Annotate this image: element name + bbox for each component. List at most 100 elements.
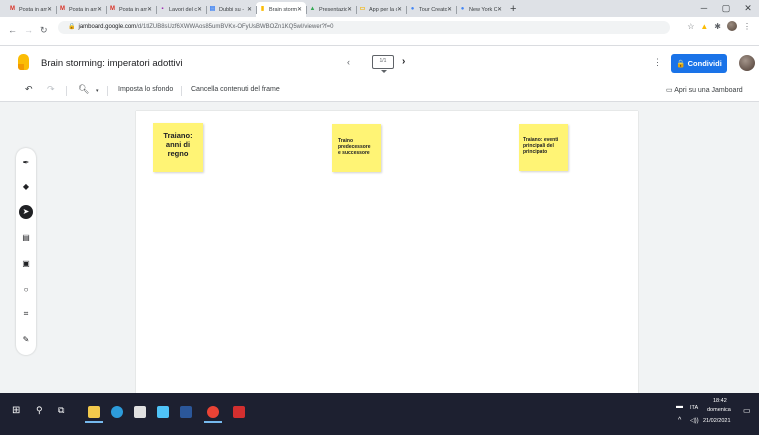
close-tab-icon[interactable]: ✕ bbox=[497, 6, 502, 13]
browser-tab[interactable]: M Posta in arri ✕ bbox=[56, 2, 106, 17]
browser-tab[interactable]: M Posta in arri ✕ bbox=[106, 2, 156, 17]
undo-icon[interactable]: ↶ bbox=[25, 84, 33, 95]
jamboard-icon: ▮ bbox=[260, 6, 265, 12]
close-tab-icon[interactable]: ✕ bbox=[47, 6, 52, 13]
minimize-icon[interactable]: ─ bbox=[693, 0, 715, 17]
browser-tab-title: Posta in arri bbox=[69, 6, 97, 13]
language-indicator[interactable]: ITA bbox=[690, 405, 698, 411]
star-icon[interactable]: ☆ bbox=[687, 22, 694, 31]
more-options-icon[interactable]: ⋮ bbox=[653, 57, 662, 68]
word-icon[interactable] bbox=[180, 406, 192, 418]
browser-tab[interactable]: ▤ Dubbi su - ✕ bbox=[206, 2, 256, 17]
browser-tab-title: Tour Creator bbox=[419, 6, 447, 13]
windows-taskbar: ⊞ ⚲ ⧉ ▬ ^ ◁)) ITA 18:42 domenica 21/02/2… bbox=[0, 393, 759, 435]
browser-tab-title: Dubbi su - bbox=[219, 6, 245, 13]
mail-icon[interactable] bbox=[157, 406, 169, 418]
clear-frame-button[interactable]: Cancella contenuti del frame bbox=[191, 86, 280, 93]
select-tool-icon[interactable]: ➤ bbox=[19, 205, 33, 219]
open-in-jamboard-button[interactable]: ▭ Apri su una Jamboard bbox=[666, 86, 743, 94]
notifications-icon[interactable]: ▭ bbox=[743, 406, 751, 415]
puzzle-icon[interactable]: ✱ bbox=[714, 22, 721, 31]
close-tab-icon[interactable]: ✕ bbox=[247, 6, 252, 13]
jam-toolbar: ↶ ↷ 🔍︎ ▾ Imposta lo sfondo Cancella cont… bbox=[0, 81, 759, 102]
classroom-icon: ▪ bbox=[161, 6, 164, 12]
browser-tab[interactable]: ▭ App per la c ✕ bbox=[356, 2, 406, 17]
image-tool-icon[interactable]: ▣ bbox=[19, 257, 33, 271]
tour-creator-icon: ● bbox=[460, 6, 465, 12]
text-box-tool-icon[interactable]: ⌗ bbox=[19, 307, 33, 321]
share-button[interactable]: 🔒 Condividi bbox=[671, 54, 727, 73]
sticky-note-tool-icon[interactable]: ▤ bbox=[19, 231, 33, 245]
close-tab-icon[interactable]: ✕ bbox=[447, 6, 452, 13]
new-tab-button[interactable]: + bbox=[510, 2, 516, 17]
volume-icon[interactable]: ◁)) bbox=[690, 417, 699, 424]
app-header: Brain storming: imperatori adottivi ‹ 1/… bbox=[0, 46, 759, 81]
sticky-note[interactable]: Traiano: anni di regno bbox=[153, 123, 203, 172]
browser-tab[interactable]: ▮ Brain stormi ✕ bbox=[256, 2, 306, 17]
browser-tab[interactable]: M Posta in arri ✕ bbox=[6, 2, 56, 17]
laser-tool-icon[interactable]: ✎ bbox=[19, 333, 33, 347]
shape-tool-icon[interactable]: ○ bbox=[19, 283, 33, 297]
divider bbox=[181, 86, 182, 96]
divider bbox=[66, 86, 67, 96]
close-window-icon[interactable]: ✕ bbox=[737, 0, 759, 17]
profile-avatar[interactable] bbox=[727, 21, 737, 31]
browser-tab-title: App per la c bbox=[369, 6, 397, 13]
avatar[interactable] bbox=[739, 55, 755, 71]
frame-bar-toggle[interactable]: 1/1 bbox=[372, 55, 394, 73]
browser-tab-title: Brain stormi bbox=[269, 6, 297, 13]
zoom-icon[interactable]: 🔍︎ bbox=[78, 84, 89, 95]
network-icon[interactable]: ▬ bbox=[676, 403, 683, 410]
windows-start-icon[interactable]: ⊞ bbox=[12, 405, 20, 416]
file-explorer-icon[interactable] bbox=[88, 406, 100, 418]
address-bar-row: ← → ↻ 🔒 jamboard.google.com/d/1tlZUB8sUzf… bbox=[0, 17, 759, 46]
store-icon[interactable] bbox=[134, 406, 146, 418]
sticky-note[interactable]: Traiano: eventi principali del principat… bbox=[519, 124, 568, 171]
browser-tab-title: Presentazion bbox=[319, 6, 347, 13]
acrobat-icon[interactable] bbox=[233, 406, 245, 418]
close-tab-icon[interactable]: ✕ bbox=[347, 6, 352, 13]
active-app-indicator bbox=[204, 421, 222, 423]
forms-icon: ▤ bbox=[209, 6, 216, 12]
browser-menu-icon[interactable]: ⋮ bbox=[743, 22, 751, 31]
sticky-note[interactable]: Traino predecessore e successore bbox=[332, 124, 381, 172]
open-in-jamboard-label: Apri su una Jamboard bbox=[674, 87, 743, 94]
back-arrow-icon[interactable]: ← bbox=[8, 25, 17, 35]
browser-tab[interactable]: ● New York Ci ✕ bbox=[456, 2, 506, 17]
browser-tab[interactable]: ● Tour Creator ✕ bbox=[406, 2, 456, 17]
browser-tab-title: Posta in arri bbox=[119, 6, 147, 13]
chevron-down-icon[interactable]: ▾ bbox=[96, 88, 99, 94]
eraser-tool-icon[interactable]: ◆ bbox=[19, 180, 33, 194]
document-title[interactable]: Brain storming: imperatori adottivi bbox=[41, 58, 183, 69]
close-tab-icon[interactable]: ✕ bbox=[297, 6, 302, 13]
gmail-icon: M bbox=[110, 6, 115, 12]
task-view-icon[interactable]: ⧉ bbox=[58, 405, 64, 416]
extension-icon[interactable]: ▲ bbox=[700, 22, 708, 31]
set-background-button[interactable]: Imposta lo sfondo bbox=[118, 86, 173, 93]
extension-icons: ☆ ▲ ✱ ⋮ bbox=[687, 21, 751, 31]
browser-tab-strip: M Posta in arri ✕ M Posta in arri ✕ M Posta in … bbox=[0, 0, 759, 17]
reload-icon[interactable]: ↻ bbox=[40, 25, 48, 36]
browser-tab[interactable]: ▲Presentazion✕ bbox=[306, 2, 356, 17]
clock-day[interactable]: domenica bbox=[707, 407, 731, 413]
jamboard-logo-icon[interactable] bbox=[18, 54, 29, 70]
next-frame-icon[interactable]: › bbox=[402, 56, 405, 67]
redo-icon[interactable]: ↷ bbox=[47, 84, 55, 95]
search-icon[interactable]: ⚲ bbox=[36, 405, 43, 416]
show-hidden-icons[interactable]: ^ bbox=[678, 417, 681, 424]
maximize-icon[interactable]: ▢ bbox=[715, 0, 737, 17]
close-tab-icon[interactable]: ✕ bbox=[197, 6, 202, 13]
forward-arrow-icon[interactable]: → bbox=[24, 25, 33, 35]
close-tab-icon[interactable]: ✕ bbox=[397, 6, 402, 13]
edge-icon[interactable] bbox=[111, 406, 123, 418]
pen-tool-icon[interactable]: ✒ bbox=[19, 156, 33, 170]
close-tab-icon[interactable]: ✕ bbox=[97, 6, 102, 13]
window-controls: ─ ▢ ✕ bbox=[693, 0, 759, 17]
browser-tab[interactable]: ▪ Lavori del co✕ bbox=[156, 2, 206, 17]
clock-time[interactable]: 18:42 bbox=[713, 398, 727, 404]
previous-frame-icon[interactable]: ‹ bbox=[347, 57, 350, 67]
chrome-icon[interactable] bbox=[207, 406, 219, 418]
url-field[interactable]: 🔒 jamboard.google.com/d/1tlZUB8sUzf6XWWAo… bbox=[58, 21, 670, 34]
close-tab-icon[interactable]: ✕ bbox=[147, 6, 152, 13]
clock-date[interactable]: 21/02/2021 bbox=[703, 418, 731, 424]
